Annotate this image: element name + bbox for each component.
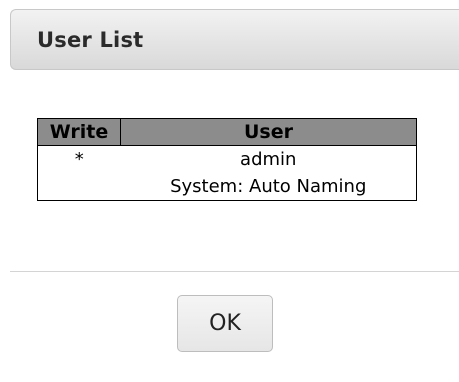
ok-button[interactable]: OK <box>177 295 273 352</box>
table-row: * admin <box>38 146 417 174</box>
user-table: Write User * admin System: Auto Naming <box>37 118 417 201</box>
table-header-row: Write User <box>37 118 417 146</box>
dialog-title: User List <box>37 28 144 52</box>
dialog-divider <box>10 271 459 272</box>
write-cell <box>38 173 121 201</box>
dialog-title-bar: User List <box>10 9 459 70</box>
table-row: System: Auto Naming <box>38 173 417 201</box>
column-header-write: Write <box>37 118 121 146</box>
user-list-dialog: User List Write User * admin System: Aut… <box>0 0 459 382</box>
write-cell: * <box>74 149 84 170</box>
user-cell: admin <box>240 149 297 170</box>
user-cell: System: Auto Naming <box>170 176 367 197</box>
column-header-user: User <box>120 118 417 146</box>
